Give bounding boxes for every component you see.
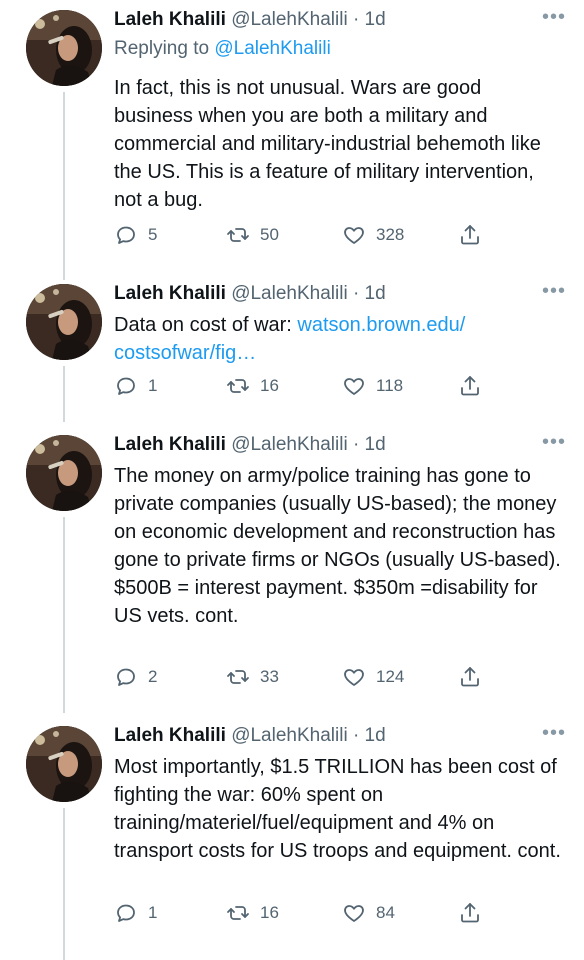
like-button[interactable]: 118 — [342, 374, 403, 398]
author-name[interactable]: Laleh Khalili — [114, 725, 226, 746]
thread-line — [63, 808, 65, 960]
tweet-header: Laleh Khalili @LalehKhalili · 1d — [114, 282, 564, 306]
retweet-icon — [226, 901, 250, 925]
author-name[interactable]: Laleh Khalili — [114, 434, 226, 455]
retweet-icon — [226, 374, 250, 398]
author-handle[interactable]: @LalehKhalili — [231, 434, 347, 455]
reply-button[interactable]: 1 — [114, 901, 157, 925]
tweet-actions: 2 33 124 — [114, 665, 494, 695]
replying-to-label: Replying to — [114, 38, 210, 59]
reply-count: 1 — [148, 376, 158, 395]
heart-icon — [342, 374, 366, 398]
like-button[interactable]: 124 — [342, 665, 404, 689]
tweet-time[interactable]: · 1d — [353, 283, 386, 304]
tweet-text: Data on cost of war: watson.brown.edu/co… — [114, 311, 564, 367]
tweet-actions: 5 50 328 — [114, 223, 494, 253]
reply-count: 2 — [148, 667, 158, 686]
retweet-button[interactable]: 16 — [226, 901, 279, 925]
heart-icon — [342, 665, 366, 689]
reply-button[interactable]: 1 — [114, 374, 157, 398]
share-icon — [458, 901, 482, 925]
reply-button[interactable]: 2 — [114, 665, 157, 689]
tweet-link[interactable]: watson.brown.edu/ — [297, 314, 465, 336]
tweet-1[interactable]: Laleh Khalili @LalehKhalili · 1d ••• Rep… — [0, 0, 584, 290]
more-dots-icon[interactable]: ••• — [542, 723, 566, 743]
retweet-count: 50 — [260, 225, 279, 244]
share-button[interactable] — [458, 665, 482, 689]
author-handle[interactable]: @LalehKhalili — [231, 283, 347, 304]
tweet-header: Laleh Khalili @LalehKhalili · 1d — [114, 433, 564, 457]
author-handle[interactable]: @LalehKhalili — [231, 725, 347, 746]
author-name[interactable]: Laleh Khalili — [114, 9, 226, 30]
share-icon — [458, 665, 482, 689]
retweet-count: 16 — [260, 376, 279, 395]
reply-bubble-icon — [114, 901, 138, 925]
like-count: 124 — [376, 667, 405, 686]
like-count: 84 — [376, 903, 395, 922]
tweet-time[interactable]: · 1d — [353, 434, 386, 455]
tweet-actions: 1 16 118 — [114, 374, 494, 404]
tweet-3[interactable]: Laleh Khalili @LalehKhalili · 1d ••• The… — [0, 425, 584, 715]
retweet-button[interactable]: 33 — [226, 665, 279, 689]
retweet-count: 33 — [260, 667, 279, 686]
tweet-text: Most importantly, $1.5 TRILLION has been… — [114, 756, 561, 862]
share-button[interactable] — [458, 223, 482, 247]
reply-bubble-icon — [114, 665, 138, 689]
retweet-button[interactable]: 50 — [226, 223, 279, 247]
tweet-actions: 1 16 84 — [114, 901, 494, 931]
reply-button[interactable]: 5 — [114, 223, 157, 247]
tweet-text-prefix: Data on cost of war: — [114, 314, 298, 336]
author-name[interactable]: Laleh Khalili — [114, 283, 226, 304]
tweet-header: Laleh Khalili @LalehKhalili · 1d — [114, 8, 564, 32]
avatar[interactable] — [26, 435, 102, 511]
retweet-count: 16 — [260, 903, 279, 922]
avatar[interactable] — [26, 10, 102, 86]
heart-icon — [342, 901, 366, 925]
thread-line — [63, 92, 65, 280]
replying-to: Replying to @LalehKhalili — [114, 38, 331, 60]
retweet-icon — [226, 223, 250, 247]
retweet-icon — [226, 665, 250, 689]
reply-bubble-icon — [114, 374, 138, 398]
tweet-text: The money on army/police training has go… — [114, 465, 561, 627]
share-icon — [458, 374, 482, 398]
heart-icon — [342, 223, 366, 247]
thread-line — [63, 517, 65, 713]
tweet-4[interactable]: Laleh Khalili @LalehKhalili · 1d ••• Mos… — [0, 716, 584, 960]
tweet-2[interactable]: Laleh Khalili @LalehKhalili · 1d ••• Dat… — [0, 274, 584, 424]
share-button[interactable] — [458, 374, 482, 398]
avatar[interactable] — [26, 284, 102, 360]
tweet-time[interactable]: · 1d — [353, 9, 386, 30]
share-button[interactable] — [458, 901, 482, 925]
tweet-header: Laleh Khalili @LalehKhalili · 1d — [114, 724, 564, 748]
more-dots-icon[interactable]: ••• — [542, 432, 566, 452]
avatar[interactable] — [26, 726, 102, 802]
tweet-time[interactable]: · 1d — [353, 725, 386, 746]
replying-to-mention[interactable]: @LalehKhalili — [214, 38, 330, 59]
tweet-text: In fact, this is not unusual. Wars are g… — [114, 77, 541, 211]
tweet-link-continued[interactable]: costsofwar/fig… — [114, 342, 256, 364]
reply-count: 5 — [148, 225, 158, 244]
like-button[interactable]: 328 — [342, 223, 404, 247]
more-dots-icon[interactable]: ••• — [542, 281, 566, 301]
retweet-button[interactable]: 16 — [226, 374, 279, 398]
author-handle[interactable]: @LalehKhalili — [231, 9, 347, 30]
like-button[interactable]: 84 — [342, 901, 395, 925]
reply-count: 1 — [148, 903, 158, 922]
like-count: 328 — [376, 225, 405, 244]
like-count: 118 — [376, 376, 404, 395]
more-dots-icon[interactable]: ••• — [542, 7, 566, 27]
share-icon — [458, 223, 482, 247]
reply-bubble-icon — [114, 223, 138, 247]
thread-line — [63, 366, 65, 422]
